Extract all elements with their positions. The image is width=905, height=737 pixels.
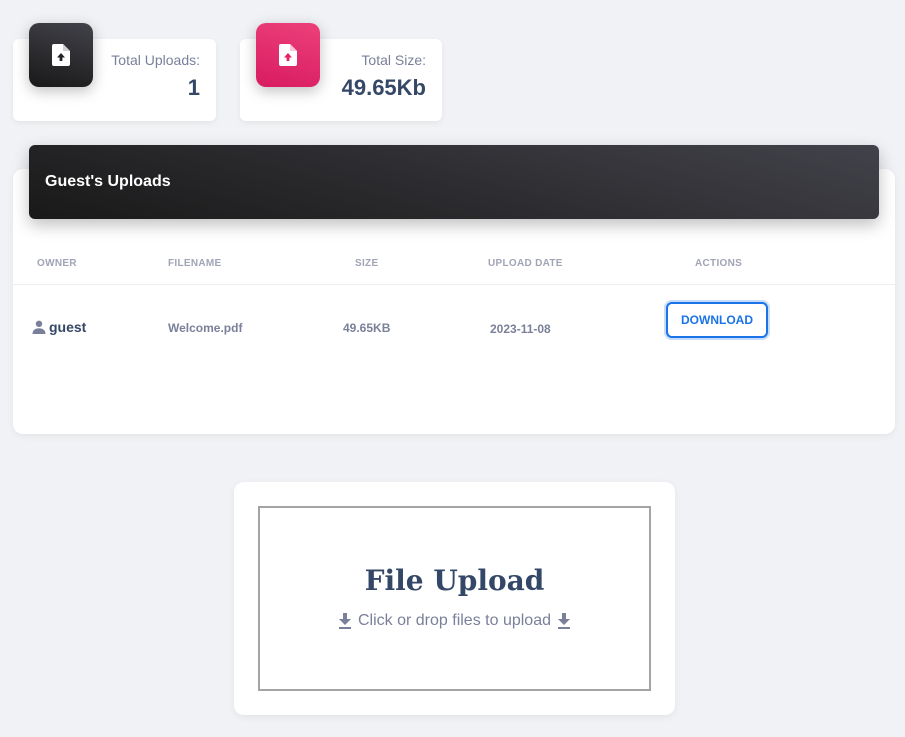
stat-label-total-uploads: Total Uploads: — [111, 52, 200, 68]
column-header-actions: ACTIONS — [695, 258, 743, 269]
dropzone-subtitle: Click or drop files to upload — [358, 612, 551, 629]
stat-label-total-size: Total Size: — [361, 52, 426, 68]
file-upload-icon — [256, 23, 320, 87]
table-divider — [13, 284, 895, 285]
dropzone-title: File Upload — [364, 564, 545, 597]
file-dropzone[interactable]: File Upload Click or drop files to uploa… — [258, 506, 651, 691]
uploads-title: Guest's Uploads — [45, 173, 171, 190]
filename-cell: Welcome.pdf — [168, 321, 243, 335]
column-header-upload-date: UPLOAD DATE — [488, 258, 563, 269]
column-header-filename: FILENAME — [168, 258, 222, 269]
owner-name: guest — [49, 319, 87, 335]
download-button[interactable]: DOWNLOAD — [666, 302, 768, 338]
stat-value-total-size: 49.65Kb — [341, 75, 426, 100]
column-header-size: SIZE — [355, 258, 379, 269]
date-cell: 2023-11-08 — [490, 322, 551, 336]
download-arrow-icon — [557, 613, 570, 629]
uploads-header: Guest's Uploads — [29, 145, 879, 219]
file-upload-icon — [29, 23, 93, 87]
dropzone-subtitle-row: Click or drop files to upload — [260, 612, 649, 630]
size-cell: 49.65KB — [343, 321, 391, 335]
stat-value-total-uploads: 1 — [187, 75, 200, 100]
download-arrow-icon — [339, 613, 351, 629]
owner-cell: guest — [32, 319, 86, 335]
person-icon — [32, 320, 46, 334]
column-header-owner: OWNER — [37, 258, 77, 269]
